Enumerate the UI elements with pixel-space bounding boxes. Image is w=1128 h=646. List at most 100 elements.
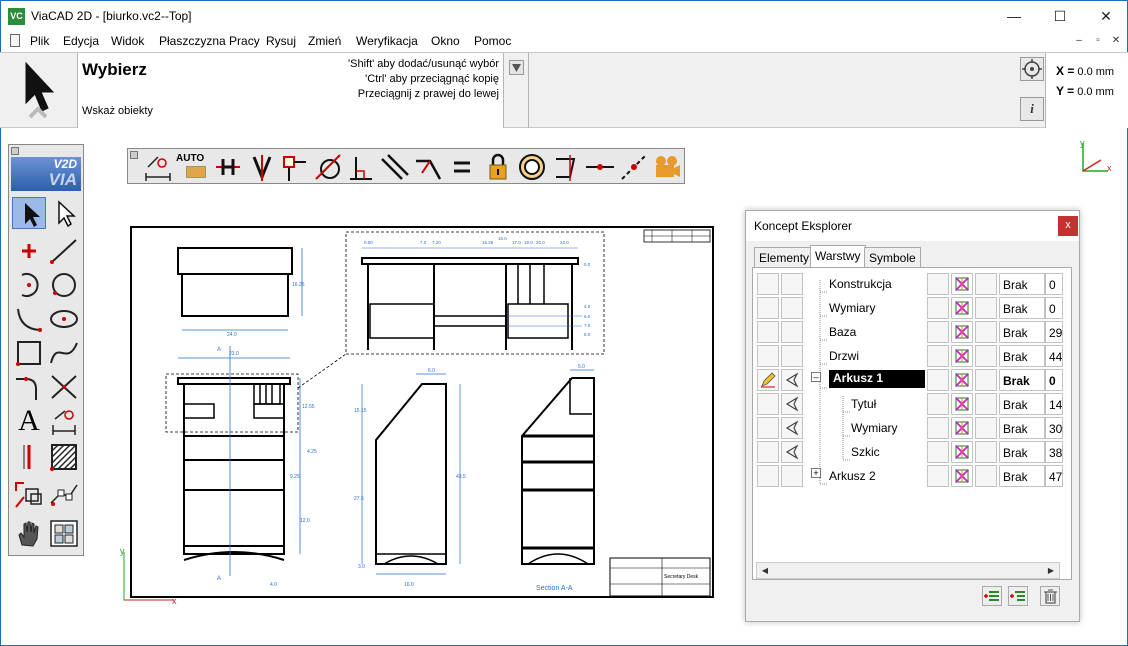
layer-lock-toggle[interactable] (927, 345, 949, 367)
toolbar-grip[interactable] (130, 151, 138, 159)
layer-style-toggle[interactable] (975, 297, 997, 319)
layer-style-toggle[interactable] (975, 465, 997, 487)
centerline-tool[interactable] (12, 441, 46, 473)
menu-edycja[interactable]: Edycja (63, 34, 99, 48)
layer-name[interactable]: Konstrukcja (829, 277, 892, 291)
snap-perpendicular-button[interactable] (344, 151, 376, 183)
layer-name[interactable]: Tytuł (851, 397, 876, 411)
select-outline-tool[interactable] (47, 197, 81, 229)
layer-name[interactable]: Wymiary (851, 421, 898, 435)
ellipse-tool[interactable] (47, 303, 81, 335)
layer-style-toggle[interactable] (975, 441, 997, 463)
layer-edit-toggle[interactable] (757, 417, 779, 439)
tab-warstwy[interactable]: Warstwy (810, 245, 866, 268)
line-tool[interactable] (47, 235, 81, 267)
snap-angle-button[interactable] (412, 151, 444, 183)
snap-horizontal-button[interactable] (212, 151, 244, 183)
layer-lock-toggle[interactable] (927, 465, 949, 487)
layer-edit-toggle[interactable] (757, 297, 779, 319)
layer-style-toggle[interactable] (975, 417, 997, 439)
menu-weryfikacja[interactable]: Weryfikacja (356, 34, 418, 48)
hatch-tool[interactable] (47, 441, 81, 473)
layer-visibility-toggle[interactable] (781, 465, 803, 487)
menu-plaszczyzna-pracy[interactable]: Płaszczyzna Pracy (159, 34, 260, 48)
layer-style-toggle[interactable] (975, 273, 997, 295)
layer-row[interactable]: Wymiary Brak 30 (753, 416, 1063, 440)
trim-tool[interactable] (47, 371, 81, 403)
drawing-canvas[interactable]: 24.0 16.25 23.0 A A 12.55 4.25 9.25 12.0… (132, 228, 712, 596)
layer-lock-toggle[interactable] (927, 417, 949, 439)
layer-color-swatch[interactable] (951, 441, 973, 463)
add-layer-button[interactable] (982, 586, 1002, 606)
layer-lock-toggle[interactable] (927, 369, 949, 391)
menu-plik[interactable]: Plik (30, 34, 49, 48)
explorer-close-button[interactable]: x (1058, 216, 1078, 236)
camera-button[interactable] (650, 151, 682, 183)
layer-row[interactable]: Konstrukcja Brak 0 (753, 272, 1063, 296)
layer-visibility-toggle[interactable] (781, 393, 803, 415)
tab-symbole[interactable]: Symbole (864, 247, 921, 267)
layer-row[interactable]: Baza Brak 29 (753, 320, 1063, 344)
edit-points-tool[interactable] (47, 479, 81, 511)
add-sublayer-button[interactable] (1008, 586, 1028, 606)
maximize-button[interactable]: ☐ (1037, 1, 1083, 31)
layer-color-swatch[interactable] (951, 345, 973, 367)
explorer-title-bar[interactable]: Koncept Eksplorer x (746, 211, 1079, 241)
layer-edit-toggle[interactable] (757, 345, 779, 367)
layer-lock-toggle[interactable] (927, 393, 949, 415)
snap-midpoint-button[interactable] (584, 151, 616, 183)
menu-rysuj[interactable]: Rysuj (266, 34, 296, 48)
layer-edit-toggle[interactable] (757, 393, 779, 415)
drawing-sheet[interactable]: 24.0 16.25 23.0 A A 12.55 4.25 9.25 12.0… (130, 226, 714, 598)
layer-color-swatch[interactable] (951, 369, 973, 391)
auto-snap-button[interactable]: AUTO (176, 151, 210, 183)
layer-row[interactable]: Szkic Brak382 (753, 440, 1063, 464)
layer-color-swatch[interactable] (951, 465, 973, 487)
layer-style-toggle[interactable] (975, 345, 997, 367)
menu-zmien[interactable]: Zmień (308, 34, 341, 48)
layer-color-swatch[interactable] (951, 321, 973, 343)
app-icon[interactable]: VC (8, 8, 25, 25)
layer-visibility-toggle[interactable] (781, 321, 803, 343)
layer-lock-toggle[interactable] (927, 297, 949, 319)
circle-tool[interactable] (47, 269, 81, 301)
layer-name[interactable]: Szkic (851, 445, 880, 459)
layer-visibility-toggle[interactable] (781, 297, 803, 319)
layer-lock-toggle[interactable] (927, 273, 949, 295)
snap-tangent-button[interactable] (312, 151, 344, 183)
layer-edit-toggle[interactable] (757, 369, 779, 391)
mdi-minimize-button[interactable]: – (1072, 35, 1086, 48)
layer-edit-toggle[interactable] (757, 273, 779, 295)
layer-style-toggle[interactable] (975, 393, 997, 415)
palette-grip[interactable] (11, 147, 19, 155)
layer-color-swatch[interactable] (951, 417, 973, 439)
layer-row[interactable]: Tytuł Brak 14 (753, 392, 1063, 416)
layer-style-toggle[interactable] (975, 321, 997, 343)
info-button[interactable]: i (1020, 97, 1044, 121)
snap-equal-button[interactable] (446, 151, 478, 183)
mdi-restore-button[interactable]: ▫ (1091, 35, 1105, 48)
pan-tool[interactable] (12, 517, 46, 549)
layer-edit-toggle[interactable] (757, 441, 779, 463)
snap-settings-button[interactable] (142, 151, 174, 183)
point-tool[interactable] (12, 235, 46, 267)
command-dropdown[interactable] (504, 53, 529, 128)
layer-row[interactable]: Drzwi Brak 44 (753, 344, 1063, 368)
arc-tool[interactable] (12, 269, 46, 301)
fillet-tool[interactable] (12, 371, 46, 403)
view-tool[interactable] (47, 517, 81, 549)
menu-pomoc[interactable]: Pomoc (474, 34, 511, 48)
layer-name[interactable]: Arkusz 1 (829, 370, 925, 388)
lock-button[interactable] (482, 151, 514, 183)
layer-visibility-toggle[interactable] (781, 417, 803, 439)
explorer-hscroll[interactable]: ◀ ▶ (756, 562, 1060, 579)
dropdown-arrow-icon[interactable] (509, 60, 524, 75)
minimize-button[interactable]: — (991, 1, 1037, 31)
layer-visibility-toggle[interactable] (781, 273, 803, 295)
menu-widok[interactable]: Widok (111, 34, 144, 48)
layer-row[interactable]: Wymiary Brak 0 (753, 296, 1063, 320)
snap-center-button[interactable] (516, 151, 548, 183)
layer-row[interactable]: + Arkusz 2 Brak472 (753, 464, 1063, 488)
layer-edit-toggle[interactable] (757, 465, 779, 487)
layer-lock-toggle[interactable] (927, 321, 949, 343)
